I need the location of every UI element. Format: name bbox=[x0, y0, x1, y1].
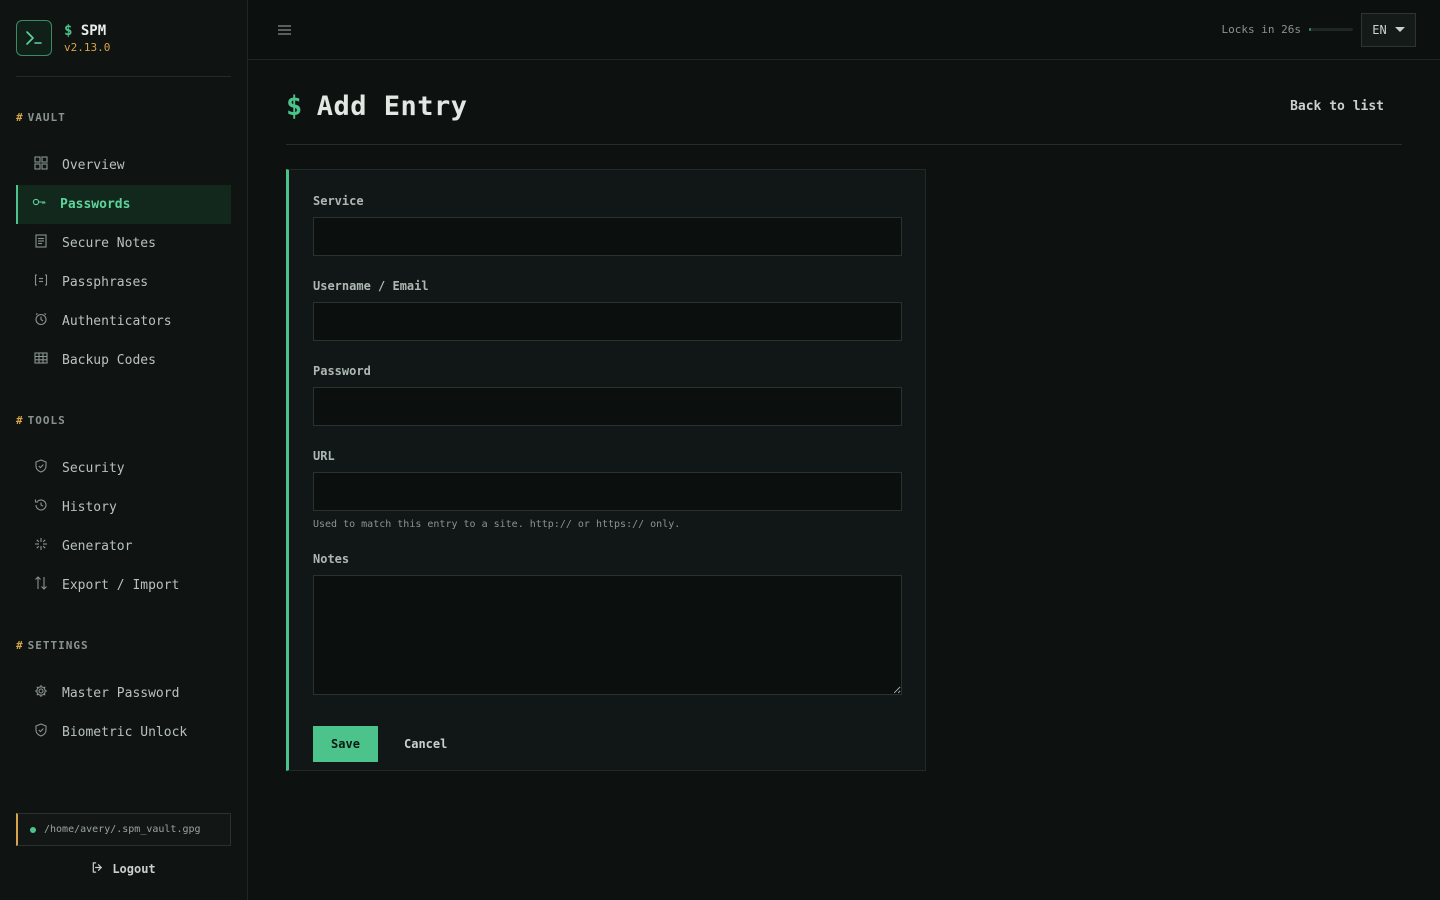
url-label: URL bbox=[313, 449, 335, 463]
key-icon bbox=[32, 195, 46, 209]
brand: $ SPM v2.13.0 bbox=[16, 0, 231, 77]
sidebar-item-label: Export / Import bbox=[62, 578, 180, 593]
password-label: Password bbox=[313, 364, 371, 378]
sidebar-item-label: Passwords bbox=[60, 197, 131, 212]
sidebar-item-overview[interactable]: Overview bbox=[16, 146, 231, 185]
prompt-symbol: $ bbox=[64, 22, 73, 39]
language-value: EN bbox=[1372, 22, 1387, 37]
hash-icon: # bbox=[16, 639, 24, 652]
app-version: v2.13.0 bbox=[64, 40, 111, 54]
sidebar-section-title: # SETTINGS bbox=[16, 639, 231, 652]
app-name-text: SPM bbox=[80, 22, 107, 39]
page-title-text: Add Entry bbox=[316, 90, 468, 122]
sidebar-item-authenticators[interactable]: Authenticators bbox=[16, 302, 231, 341]
sidebar-item-master-password[interactable]: Master Password bbox=[16, 674, 231, 713]
sparkle-icon bbox=[34, 537, 48, 551]
prompt-symbol: $ bbox=[286, 90, 303, 122]
add-entry-form: Service Username / Email Password URL Us… bbox=[286, 169, 926, 771]
arrows-icon bbox=[34, 575, 48, 590]
page-title: $ Add Entry bbox=[286, 91, 468, 122]
shield-icon bbox=[34, 458, 48, 473]
main-area: Locks in 26s EN $ Add Entry Back to list bbox=[248, 0, 1440, 900]
sidebar-item-label: Passphrases bbox=[62, 275, 149, 290]
sidebar-section-title: # VAULT bbox=[16, 111, 231, 124]
table-icon bbox=[34, 351, 48, 365]
sidebar-item-secure-notes[interactable]: Secure Notes bbox=[16, 224, 231, 263]
notes-label: Notes bbox=[313, 552, 350, 566]
sidebar-item-export-import[interactable]: Export / Import bbox=[16, 566, 231, 605]
language-select[interactable]: EN bbox=[1361, 12, 1416, 47]
sidebar-item-label: History bbox=[62, 500, 117, 515]
logout-button[interactable]: Logout bbox=[16, 858, 231, 880]
username-input[interactable] bbox=[313, 302, 902, 341]
url-helper-text: Used to match this entry to a site. http… bbox=[313, 519, 681, 530]
vault-path-text: /home/avery/.spm_vault.gpg bbox=[44, 824, 201, 835]
grid-icon bbox=[34, 155, 48, 170]
timer-icon bbox=[34, 312, 48, 326]
sidebar-section-title: # TOOLS bbox=[16, 414, 231, 427]
sidebar-item-label: Security bbox=[62, 461, 125, 476]
sidebar-item-security[interactable]: Security bbox=[16, 449, 231, 488]
service-input[interactable] bbox=[313, 217, 902, 256]
back-to-list-link[interactable]: Back to list bbox=[1290, 99, 1384, 114]
sidebar-item-passwords[interactable]: Passwords bbox=[16, 185, 231, 224]
sidebar-item-label: Overview bbox=[62, 158, 125, 173]
sidebar-item-biometric-unlock[interactable]: Biometric Unlock bbox=[16, 713, 231, 752]
sidebar-section-label: VAULT bbox=[27, 111, 66, 124]
save-button[interactable]: Save bbox=[313, 726, 378, 762]
logout-label: Logout bbox=[112, 862, 156, 876]
sidebar-nav-list: Overview Passwords Secure Notes Passphrases… bbox=[16, 146, 231, 380]
sidebar-item-label: Backup Codes bbox=[62, 353, 156, 368]
sidebar-item-label: Secure Notes bbox=[62, 236, 156, 251]
sidebar-item-label: Generator bbox=[62, 539, 133, 554]
sidebar-nav: # VAULT Overview Passwords Secure Notes Passp… bbox=[16, 111, 231, 752]
auto-lock-progress-fill bbox=[1309, 28, 1312, 31]
username-label: Username / Email bbox=[313, 279, 429, 293]
hash-icon: # bbox=[16, 111, 24, 124]
sidebar-nav-list: Master Password Biometric Unlock bbox=[16, 674, 231, 752]
sidebar-item-label: Master Password bbox=[62, 686, 180, 701]
auto-lock-timer: Locks in 26s bbox=[1221, 23, 1301, 36]
hash-icon: # bbox=[16, 414, 24, 427]
sidebar-item-backup-codes[interactable]: Backup Codes bbox=[16, 341, 231, 380]
chevron-down-icon bbox=[1394, 27, 1405, 32]
sidebar-nav-list: Security History Generator Export / Import bbox=[16, 449, 231, 605]
service-label: Service bbox=[313, 194, 364, 208]
menu-toggle-button[interactable] bbox=[278, 22, 294, 38]
app-name: $ SPM bbox=[64, 23, 110, 39]
auto-lock-progress bbox=[1309, 28, 1353, 31]
sidebar-item-label: Authenticators bbox=[62, 314, 172, 329]
history-icon bbox=[34, 498, 48, 512]
notes-textarea[interactable] bbox=[313, 575, 902, 695]
bracket-icon bbox=[34, 273, 48, 287]
url-input[interactable] bbox=[313, 472, 902, 511]
topbar: Locks in 26s EN bbox=[248, 0, 1440, 60]
terminal-logo-icon bbox=[16, 20, 52, 56]
sidebar-item-generator[interactable]: Generator bbox=[16, 527, 231, 566]
shield-icon bbox=[34, 722, 48, 737]
page-header: $ Add Entry Back to list bbox=[286, 60, 1402, 145]
sidebar-item-passphrases[interactable]: Passphrases bbox=[16, 263, 231, 302]
logout-icon bbox=[91, 861, 104, 877]
gear-icon bbox=[34, 684, 48, 698]
password-input[interactable] bbox=[313, 387, 902, 426]
vault-status-dot bbox=[30, 826, 36, 833]
sidebar-section-label: TOOLS bbox=[27, 414, 66, 427]
vault-path-indicator: /home/avery/.spm_vault.gpg bbox=[16, 813, 231, 846]
sidebar-section-label: SETTINGS bbox=[27, 639, 89, 652]
note-icon bbox=[34, 233, 48, 248]
hamburger-icon bbox=[278, 20, 291, 39]
cancel-button[interactable]: Cancel bbox=[404, 737, 447, 751]
sidebar-item-label: Biometric Unlock bbox=[62, 725, 188, 740]
sidebar: $ SPM v2.13.0 # VAULT Overview Passwords Sec… bbox=[0, 0, 248, 900]
sidebar-item-history[interactable]: History bbox=[16, 488, 231, 527]
